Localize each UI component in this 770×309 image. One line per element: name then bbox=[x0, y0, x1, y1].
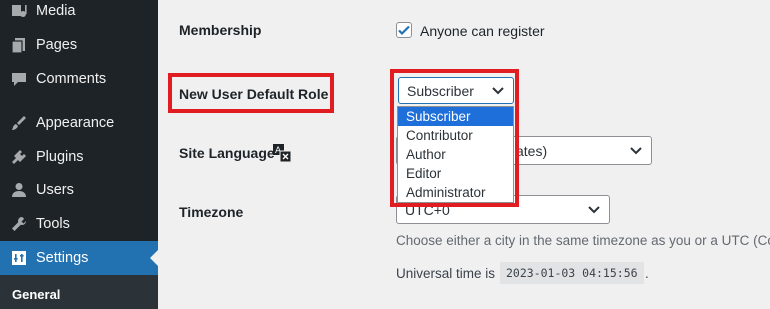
site-language-value: ates) bbox=[516, 142, 548, 159]
timezone-description: Choose either a city in the same timezon… bbox=[396, 233, 770, 248]
sidebar-item-tools[interactable]: Tools bbox=[0, 207, 158, 241]
site-language-label: Site Language bbox=[179, 145, 275, 161]
sidebar-item-comments[interactable]: Comments bbox=[0, 62, 158, 96]
universal-time-suffix: . bbox=[645, 266, 649, 281]
media-icon bbox=[10, 2, 28, 20]
translate-icon: A bbox=[272, 143, 292, 168]
settings-submenu: General bbox=[0, 275, 158, 309]
settings-icon bbox=[10, 249, 28, 267]
sidebar-item-plugins[interactable]: Plugins bbox=[0, 140, 158, 174]
sidebar-item-label: Pages bbox=[36, 37, 78, 53]
sidebar-item-label: Appearance bbox=[36, 115, 115, 131]
admin-sidebar: Media Pages Comments Appearance Plugins … bbox=[0, 0, 158, 309]
submenu-item-general[interactable]: General bbox=[12, 287, 60, 302]
sidebar-item-label: Tools bbox=[36, 216, 70, 232]
sidebar-item-users[interactable]: Users bbox=[0, 173, 158, 207]
sidebar-item-label: Users bbox=[36, 182, 74, 198]
highlight-box-role-dropdown bbox=[390, 69, 519, 207]
tools-icon bbox=[10, 215, 28, 233]
sidebar-item-appearance[interactable]: Appearance bbox=[0, 106, 158, 140]
timezone-label: Timezone bbox=[179, 204, 244, 220]
plugins-icon bbox=[10, 148, 28, 166]
pages-icon bbox=[10, 36, 28, 54]
chevron-down-icon bbox=[588, 205, 600, 213]
sidebar-item-pages[interactable]: Pages bbox=[0, 28, 158, 62]
membership-label: Membership bbox=[179, 22, 262, 38]
sidebar-item-label: Media bbox=[36, 3, 76, 19]
universal-time-value: 2023-01-03 04:15:56 bbox=[500, 262, 644, 284]
universal-time-label: Universal time is bbox=[396, 266, 496, 281]
sidebar-item-label: Comments bbox=[36, 71, 107, 87]
users-icon bbox=[10, 181, 28, 199]
chevron-down-icon bbox=[630, 146, 642, 154]
checkmark-icon bbox=[398, 25, 410, 36]
sidebar-item-settings[interactable]: Settings bbox=[0, 241, 158, 275]
sidebar-item-media[interactable]: Media bbox=[0, 0, 158, 28]
sidebar-item-label: Settings bbox=[36, 250, 89, 266]
highlight-box-role-label bbox=[168, 73, 334, 113]
appearance-icon bbox=[10, 114, 28, 132]
anyone-can-register-label: Anyone can register bbox=[420, 23, 545, 39]
comments-icon bbox=[10, 70, 28, 88]
anyone-can-register-checkbox[interactable] bbox=[396, 22, 412, 38]
sidebar-item-label: Plugins bbox=[36, 149, 84, 165]
